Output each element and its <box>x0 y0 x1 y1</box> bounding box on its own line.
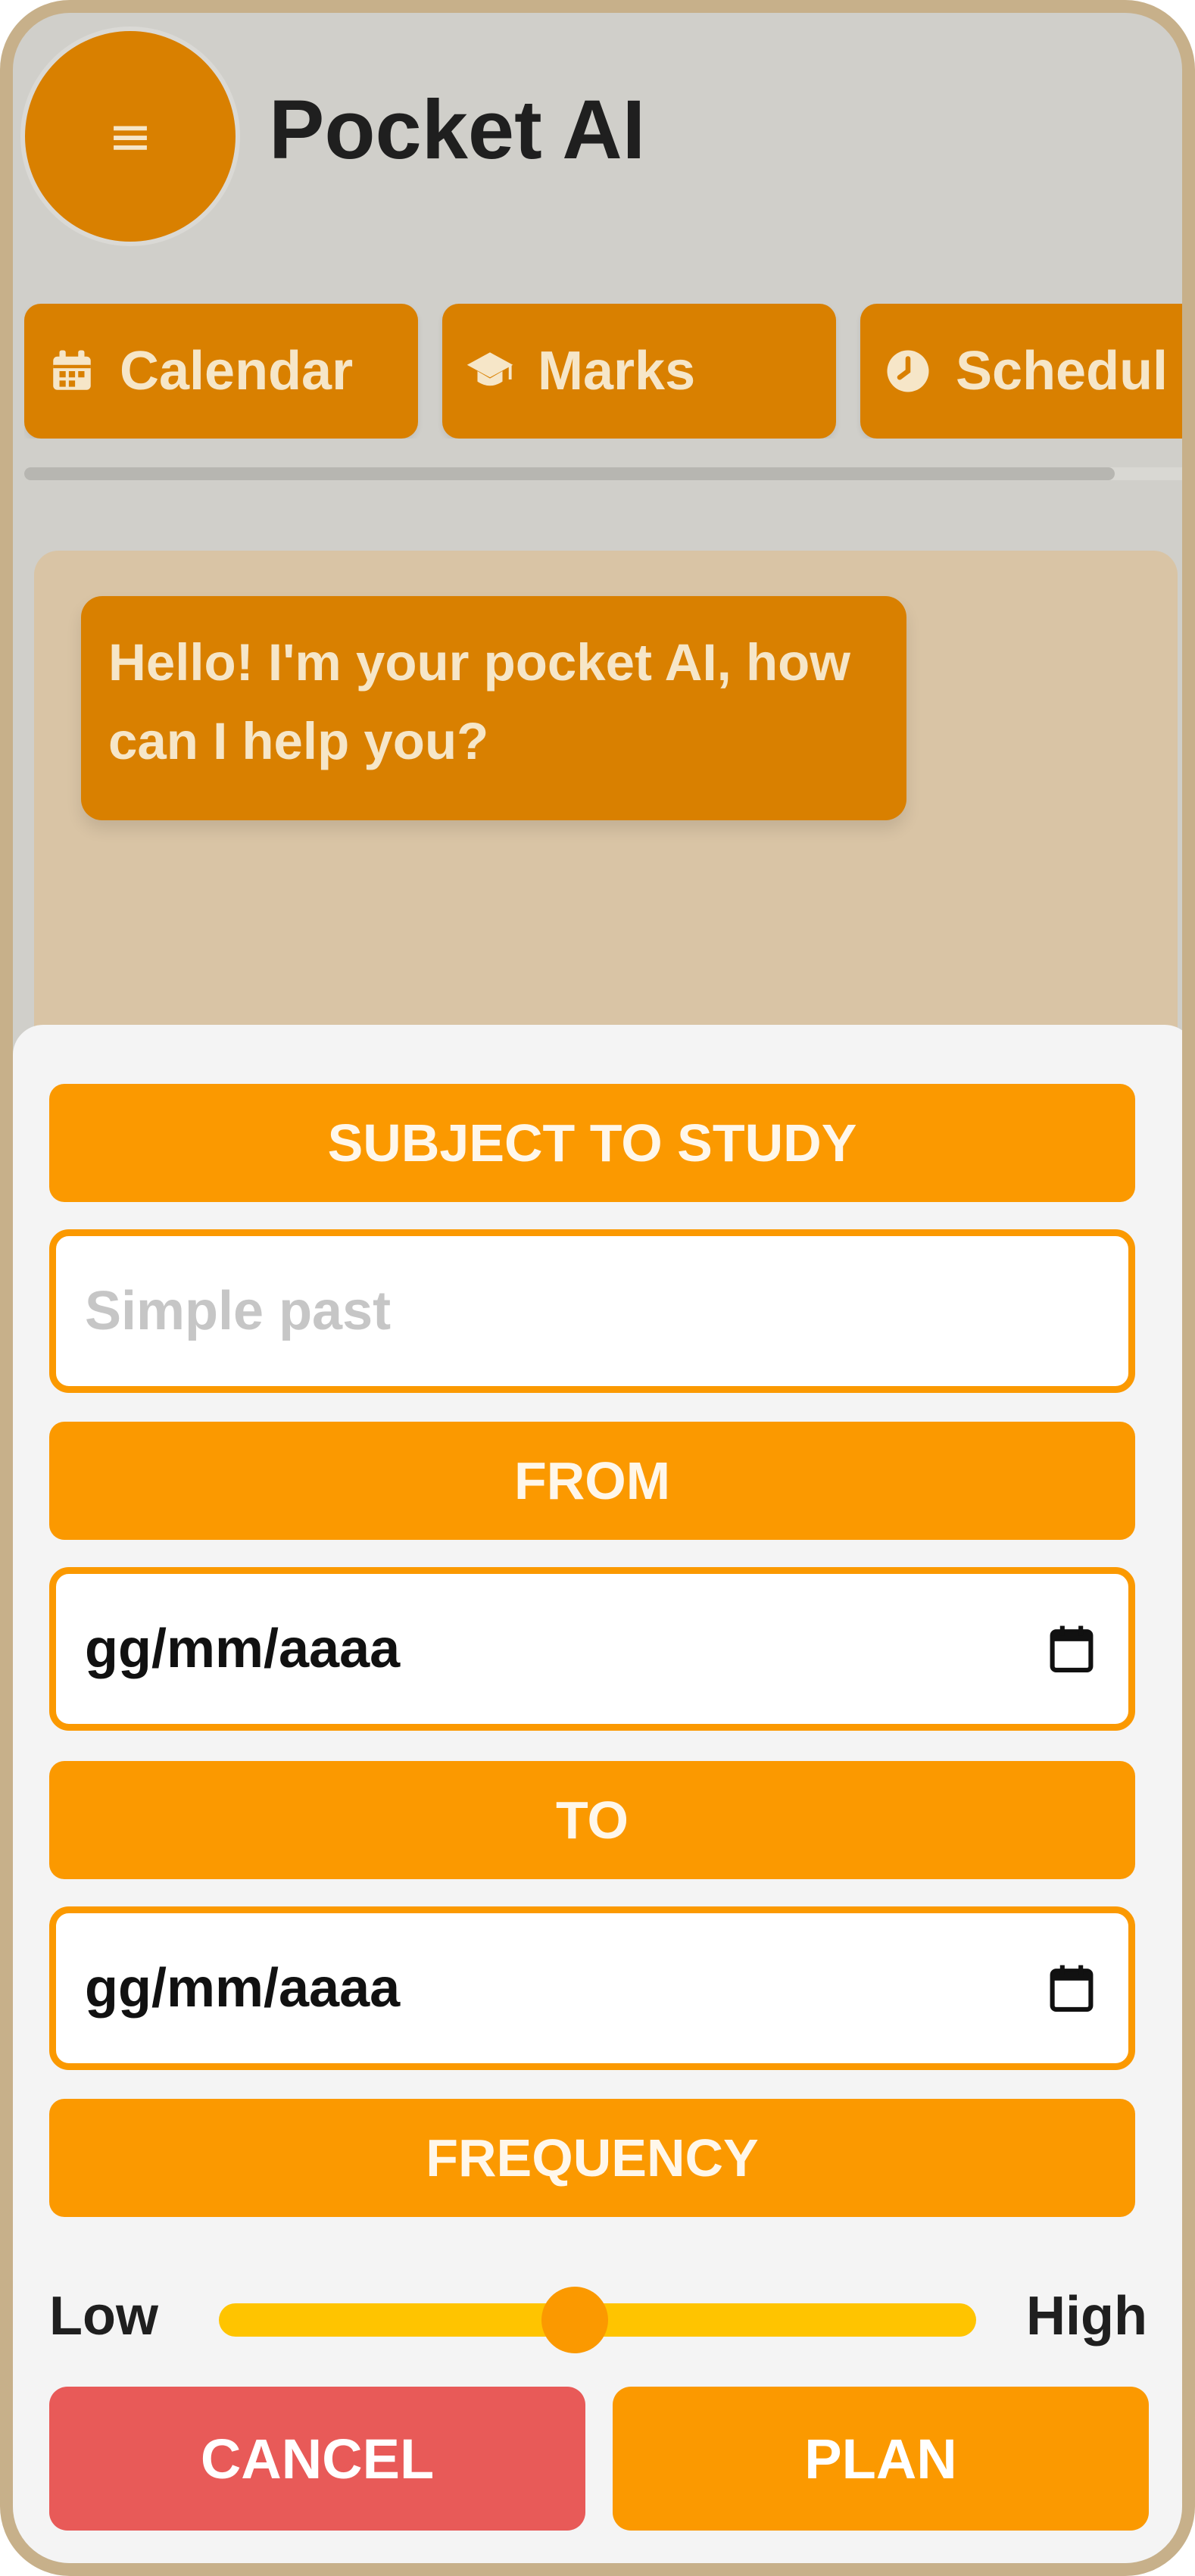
tab-schedule[interactable]: Schedul <box>860 304 1182 439</box>
hamburger-menu-icon: ≡ <box>108 105 153 167</box>
from-date-input[interactable]: gg/mm/aaaa <box>49 1567 1135 1731</box>
tab-scrollbar-thumb[interactable] <box>24 467 1115 480</box>
frequency-label-button[interactable]: FREQUENCY <box>49 2099 1135 2217</box>
menu-button[interactable]: ≡ <box>25 31 236 242</box>
calendar-picker-icon[interactable] <box>1048 1963 1095 2013</box>
tab-marks-label: Marks <box>538 341 696 401</box>
study-plan-sheet: SUBJECT TO STUDY Simple past FROM gg/mm/… <box>13 1025 1182 2563</box>
tab-bar: Calendar Marks Schedul <box>24 304 1182 439</box>
calendar-picker-icon[interactable] <box>1048 1624 1095 1674</box>
calendar-icon <box>53 350 91 390</box>
to-date-value: gg/mm/aaaa <box>85 1958 401 2019</box>
plan-button[interactable]: PLAN <box>613 2387 1149 2531</box>
tab-calendar-label: Calendar <box>120 341 354 401</box>
frequency-low-label: Low <box>49 2286 158 2347</box>
tab-schedule-label: Schedul <box>956 341 1168 401</box>
frequency-high-label: High <box>1026 2286 1147 2347</box>
tab-calendar[interactable]: Calendar <box>24 304 418 439</box>
clock-icon <box>887 350 929 392</box>
from-label-button[interactable]: FROM <box>49 1422 1135 1540</box>
graduation-cap-icon <box>466 352 513 386</box>
tab-scrollbar[interactable] <box>24 467 1182 480</box>
frequency-slider-row: Low High <box>49 2267 1147 2358</box>
phone-frame: ≡ Pocket AI Calendar Marks Schedul Hello… <box>0 0 1195 2576</box>
frequency-slider-thumb[interactable] <box>541 2287 608 2353</box>
subject-label-button[interactable]: SUBJECT TO STUDY <box>49 1084 1135 1202</box>
bot-message-bubble: Hello! I'm your pocket AI, how can I hel… <box>81 596 906 820</box>
to-date-input[interactable]: gg/mm/aaaa <box>49 1906 1135 2070</box>
tab-marks[interactable]: Marks <box>442 304 836 439</box>
cancel-button[interactable]: CANCEL <box>49 2387 585 2531</box>
from-date-value: gg/mm/aaaa <box>85 1619 401 1679</box>
subject-input[interactable]: Simple past <box>49 1229 1135 1393</box>
to-label-button[interactable]: TO <box>49 1761 1135 1879</box>
app-title: Pocket AI <box>269 83 646 176</box>
